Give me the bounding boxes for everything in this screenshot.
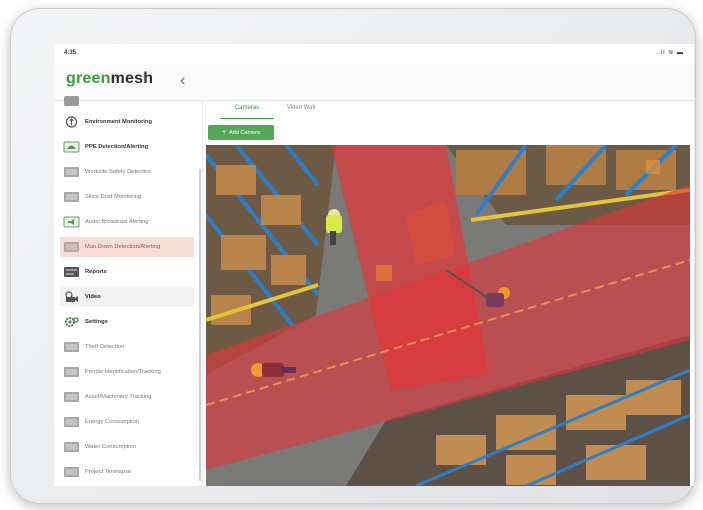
sidebar-item-settings[interactable]: Settings [60, 312, 194, 332]
video-icon [63, 291, 80, 303]
sidebar-item-label: Theft Detection [85, 344, 125, 350]
sidebar-item-label: Man Down Detection/Alerting [85, 244, 161, 250]
tablet-frame: 4:35 ..ll ≋ ▬ greenmesh ‹ Environment Mo… [10, 8, 696, 504]
add-camera-button[interactable]: + Add Camera [208, 125, 274, 140]
main-content: Cameras Video Wall + Add Camera [204, 101, 694, 486]
report-icon [63, 266, 80, 278]
sidebar-item-label: People Identification/Tracking [85, 369, 161, 375]
status-bar: 4:35 ..ll ≋ ▬ [54, 44, 694, 64]
sidebar: Environment Monitoring PPE Detection/Ale… [54, 96, 203, 486]
plus-icon: + [222, 129, 227, 136]
sidebar-item-label: Worksite Safety Detection [85, 169, 152, 175]
sidebar-item-video[interactable]: Video [60, 287, 194, 307]
status-icons: ..ll ≋ ▬ [655, 50, 684, 56]
sidebar-item-worksite-safety[interactable]: Worksite Safety Detection [60, 162, 194, 182]
sidebar-item-label: Video [85, 294, 101, 300]
sidebar-item-label: Settings [85, 319, 108, 325]
sidebar-item-partial[interactable] [60, 91, 194, 111]
app-screen: 4:35 ..ll ≋ ▬ greenmesh ‹ Environment Mo… [54, 44, 694, 486]
sidebar-item-label: Project Timelapse [85, 469, 132, 475]
collapse-sidebar-button[interactable]: ‹ [180, 72, 185, 90]
tab-video-wall[interactable]: Video Wall [274, 101, 328, 119]
sidebar-item-ppe-detection[interactable]: PPE Detection/Alerting [60, 137, 194, 157]
asset-icon [63, 391, 80, 403]
sidebar-item-label: Water Consumption [85, 444, 137, 450]
camera-video-feed[interactable] [206, 145, 690, 486]
sidebar-item-silica-dust[interactable]: Silica Dust Monitoring [60, 187, 194, 207]
people-icon [63, 366, 80, 378]
tab-cameras[interactable]: Cameras [220, 101, 274, 119]
man-down-icon [63, 241, 80, 253]
sidebar-item-label: Energy Consumption [85, 419, 140, 425]
sidebar-item-environment-monitoring[interactable]: Environment Monitoring [60, 112, 194, 132]
sidebar-item-audio-broadcast[interactable]: Audio Broadcast Alerting [60, 212, 194, 232]
brand-logo-part2: mesh [110, 70, 154, 87]
sidebar-item-project-timelapse[interactable]: Project Timelapse [60, 462, 194, 482]
sidebar-item-label: PPE Detection/Alerting [85, 144, 149, 150]
sidebar-item-energy-consumption[interactable]: Energy Consumption [60, 412, 194, 432]
warehouse-camera-image [206, 145, 690, 486]
sidebar-item-reports[interactable]: Reports [60, 262, 194, 282]
water-icon [63, 441, 80, 453]
add-camera-label: Add Camera [229, 129, 260, 136]
dust-icon [63, 191, 80, 203]
sidebar-item-label: Asset/Machinery Tracking [85, 394, 152, 400]
sidebar-item-asset-tracking[interactable]: Asset/Machinery Tracking [60, 387, 194, 407]
sidebar-item-label: Environment Monitoring [85, 119, 152, 125]
brand-logo-part1: green [66, 70, 111, 87]
sidebar-scrollbar[interactable] [199, 169, 201, 481]
sidebar-item-man-down[interactable]: Man Down Detection/Alerting [60, 237, 194, 257]
sidebar-item-label: Silica Dust Monitoring [85, 194, 142, 200]
speaker-icon [63, 216, 80, 228]
partial-menu-icon [63, 95, 80, 107]
energy-icon [63, 416, 80, 428]
tab-bar: Cameras Video Wall [220, 101, 328, 119]
timelapse-icon [63, 466, 80, 478]
brand-logo[interactable]: greenmesh [66, 70, 153, 88]
safety-icon [63, 166, 80, 178]
sidebar-item-label: Audio Broadcast Alerting [85, 219, 149, 225]
sidebar-item-water-consumption[interactable]: Water Consumption [60, 437, 194, 457]
status-time: 4:35 [64, 50, 77, 56]
gear-icon [63, 316, 80, 328]
leaf-circle-icon [63, 116, 80, 128]
theft-icon [63, 341, 80, 353]
sidebar-item-people-tracking[interactable]: People Identification/Tracking [60, 362, 194, 382]
sidebar-item-label: Reports [85, 269, 107, 275]
helmet-icon [63, 141, 80, 153]
sidebar-item-theft-detection[interactable]: Theft Detection [60, 337, 194, 357]
